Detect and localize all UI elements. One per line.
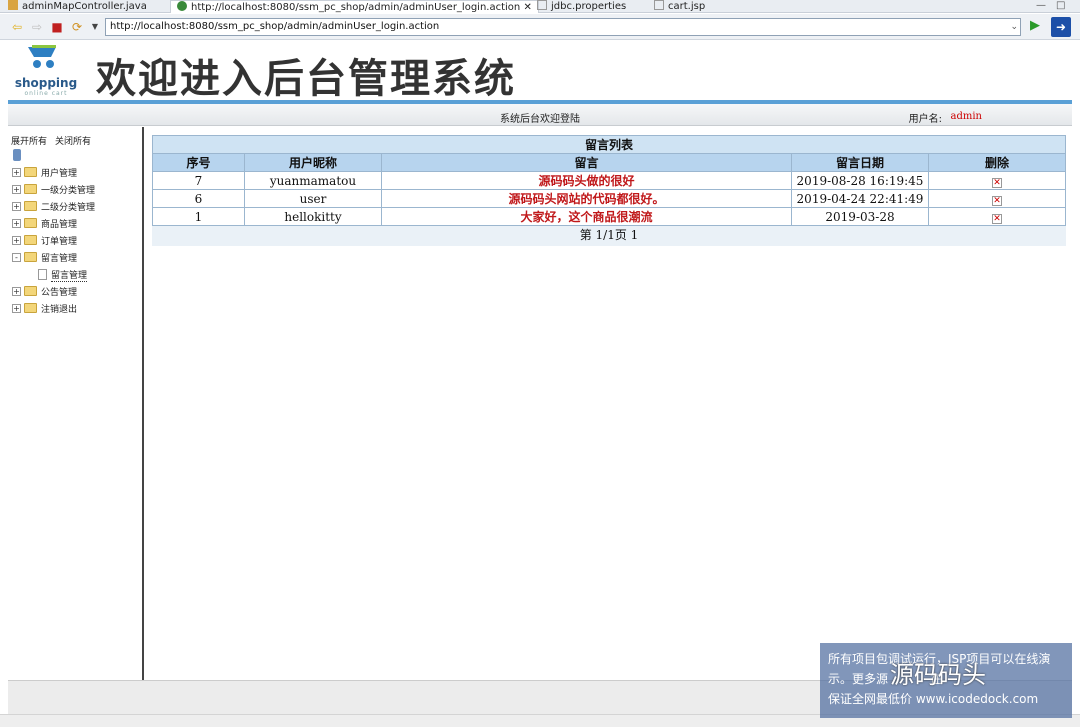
expand-icon[interactable]: + [12,168,21,177]
user-name: admin [950,111,982,122]
cell-nick: user [244,189,382,208]
folder-icon [24,218,37,228]
sidebar-item-category1[interactable]: + 一级分类管理 [12,184,142,201]
sidebar-controls: 展开所有 关闭所有 [11,134,99,147]
folder-icon [24,184,37,194]
forward-icon[interactable]: ⇨ [30,20,44,34]
jsp-file-icon [654,0,664,10]
tree-root-icon [13,149,21,161]
pagination[interactable]: 第 1/1页 1 [152,226,1066,246]
cell-message: 大家好，这个商品很潮流 [381,207,792,226]
watermark-brand: 源码码头 [890,661,986,689]
expand-icon[interactable]: + [12,202,21,211]
expand-icon[interactable]: + [12,304,21,313]
cell-delete: ✕ [928,207,1066,226]
java-file-icon [8,0,18,10]
cell-message: 源码码头网站的代码都很好。 [381,189,792,208]
sidebar-item-messages[interactable]: - 留言管理 [12,252,142,269]
sidebar: 展开所有 关闭所有 + 用户管理 + 一级分类管理 + 二级分类管理 + 商品管理 + 订单… [8,127,144,680]
watermark-overlay: 所有项目包调试运行，JSP项目可以在线演 示。更多源在 保证全网最低价 www.… [820,643,1072,718]
expand-all-link[interactable]: 展开所有 [11,137,47,147]
folder-icon [24,167,37,177]
expand-icon[interactable]: + [12,236,21,245]
maximize-view-icon[interactable]: □ [1056,0,1065,11]
tab-browser-login[interactable]: http://localhost:8080/ssm_pc_shop/admin/… [170,0,539,13]
col-header-nick: 用户昵称 [244,153,382,172]
cell-nick: yuanmamatou [244,171,382,190]
address-dropdown-icon[interactable]: ⌄ [1010,19,1018,35]
minimize-view-icon[interactable]: — [1036,0,1046,11]
properties-file-icon [537,0,547,10]
cell-message: 源码码头做的很好 [381,171,792,190]
delete-icon[interactable]: ✕ [992,213,1002,224]
folder-icon [24,235,37,245]
cell-nick: hellokitty [244,207,382,226]
tab-jdbc-properties[interactable]: jdbc.properties [537,0,626,13]
table-row: 7 yuanmamatou 源码码头做的很好 2019-08-28 16:19:… [152,171,1066,190]
nav-tree: + 用户管理 + 一级分类管理 + 二级分类管理 + 商品管理 + 订单管理 - 留言管理 … [12,167,142,320]
cell-date: 2019-08-28 16:19:45 [791,171,929,190]
collapse-all-link[interactable]: 关闭所有 [55,137,91,147]
table-row: 6 user 源码码头网站的代码都很好。 2019-04-24 22:41:49… [152,189,1066,208]
address-bar[interactable]: http://localhost:8080/ssm_pc_shop/admin/… [105,18,1021,36]
folder-icon [24,303,37,313]
back-icon[interactable]: ⇦ [10,20,24,34]
table-caption: 留言列表 [152,135,1066,154]
cell-id: 6 [152,189,245,208]
site-banner: shopping online cart 欢迎进入后台管理系统 [8,40,1072,102]
col-header-date: 留言日期 [791,153,929,172]
stop-icon[interactable]: ■ [50,20,64,34]
table-row: 1 hellokitty 大家好，这个商品很潮流 2019-03-28 ✕ [152,207,1066,226]
sidebar-item-users[interactable]: + 用户管理 [12,167,142,184]
sidebar-item-category2[interactable]: + 二级分类管理 [12,201,142,218]
cell-delete: ✕ [928,189,1066,208]
cell-date: 2019-03-28 [791,207,929,226]
expand-icon[interactable]: + [12,287,21,296]
cell-delete: ✕ [928,171,1066,190]
collapse-icon[interactable]: - [12,253,21,262]
cart-icon [28,45,56,68]
folder-icon [24,201,37,211]
expand-icon[interactable]: + [12,185,21,194]
cell-date: 2019-04-24 22:41:49 [791,189,929,208]
sidebar-item-logout[interactable]: + 注销退出 [12,303,142,320]
expand-icon[interactable]: + [12,219,21,228]
main-content: 留言列表 序号 用户昵称 留言 留言日期 删除 7 yuanmamatou 源码… [152,135,1066,246]
page-icon [38,269,47,280]
open-external-icon[interactable]: ➜ [1051,17,1071,37]
history-dropdown-icon[interactable]: ▼ [88,20,102,34]
col-header-id: 序号 [152,153,245,172]
sidebar-subitem-messages[interactable]: 留言管理 [12,269,142,286]
watermark-line3: 保证全网最低价 www.icodedock.com [828,692,1039,706]
editor-tab-bar: adminMapController.java http://localhost… [0,0,1080,13]
tab-cart-jsp[interactable]: cart.jsp [654,0,705,13]
col-header-delete: 删除 [928,153,1066,172]
folder-icon [24,286,37,296]
sidebar-item-notices[interactable]: + 公告管理 [12,286,142,303]
sidebar-item-orders[interactable]: + 订单管理 [12,235,142,252]
close-tab-icon[interactable]: ✕ [523,2,531,13]
page-title: 欢迎进入后台管理系统 [96,56,516,102]
cell-id: 1 [152,207,245,226]
go-icon[interactable]: ▶ [1027,17,1043,35]
sidebar-item-products[interactable]: + 商品管理 [12,218,142,235]
refresh-icon[interactable]: ⟳ [70,20,84,34]
user-label: 用户名: [908,114,942,125]
delete-icon[interactable]: ✕ [992,177,1002,188]
tab-admin-map-controller[interactable]: adminMapController.java [8,0,147,13]
open-folder-icon [24,252,37,262]
status-bar: 系统后台欢迎登陆 用户名: admin [8,104,1072,126]
globe-icon [177,1,187,11]
cell-id: 7 [152,171,245,190]
message-table: 留言列表 序号 用户昵称 留言 留言日期 删除 7 yuanmamatou 源码… [152,135,1066,226]
col-header-message: 留言 [381,153,792,172]
shopping-logo: shopping online cart [14,42,77,98]
delete-icon[interactable]: ✕ [992,195,1002,206]
